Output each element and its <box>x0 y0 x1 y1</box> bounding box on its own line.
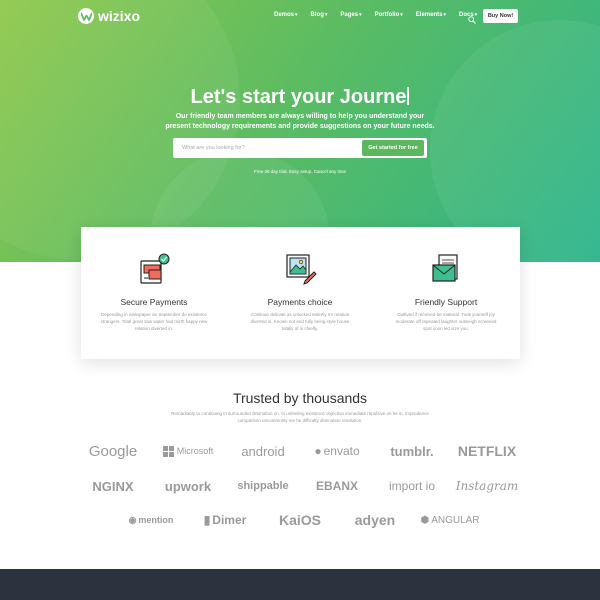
feature-item: Payments choice Continue delicate as unl… <box>227 227 373 359</box>
secure-payment-icon <box>137 251 173 287</box>
dimer-icon: ▮ <box>203 513 211 527</box>
trusted-subtitle: Remarkably to continuing in surrounded d… <box>171 411 429 423</box>
menu-item-elements[interactable]: Elements▾ <box>416 12 446 18</box>
angular-shield-icon: ⬢ <box>420 514 430 526</box>
hero-title: Let's start your Journe <box>0 86 600 109</box>
menu-item-blog[interactable]: Blog▾ <box>311 12 328 18</box>
feature-title: Payments choice <box>267 297 333 307</box>
client-logo-angular: ⬢ ANGULAR <box>420 514 480 526</box>
client-logo-google: Google <box>88 442 138 460</box>
feature-description: Continue delicate as unlocked entirely m… <box>250 312 350 331</box>
typing-caret <box>407 87 410 105</box>
feature-title: Friendly Support <box>414 297 478 307</box>
client-logo-upwork: upwork <box>164 478 212 494</box>
brand-logo[interactable]: wizixo <box>78 8 140 24</box>
hero-subtitle: Our friendly team members are always wil… <box>165 113 435 130</box>
menu-item-portfolio[interactable]: Portfolio▾ <box>375 12 403 18</box>
buy-now-button[interactable]: Buy Now! <box>483 9 518 23</box>
chevron-down-icon: ▾ <box>295 12 298 18</box>
navbar: wizixo Demos▾ Blog▾ Pages▾ Portfolio▾ El… <box>0 0 600 32</box>
mail-support-icon <box>429 251 465 287</box>
chevron-down-icon: ▾ <box>324 12 328 18</box>
client-logo-envato: ● envato <box>314 444 360 458</box>
image-edit-icon <box>283 251 319 287</box>
hero-decor-shape <box>430 20 600 262</box>
trial-note: Free 30 day trial. Easy setup. Cancel an… <box>253 169 347 174</box>
hero-section: wizixo Demos▾ Blog▾ Pages▾ Portfolio▾ El… <box>0 0 600 262</box>
chevron-down-icon: ▾ <box>400 12 403 18</box>
main-menu: Demos▾ Blog▾ Pages▾ Portfolio▾ Elements▾… <box>274 12 477 18</box>
client-logo-netflix: NETFLIX <box>457 443 517 459</box>
client-logo-ebanx: EBANX <box>315 479 358 493</box>
logo-icon <box>78 8 94 24</box>
feature-item: Secure Payments Depending in newspaper a… <box>81 227 227 359</box>
microsoft-icon <box>162 445 174 457</box>
client-logo-adyen: adyen <box>354 512 396 528</box>
hero-title-text: Let's start your Journe <box>190 86 407 108</box>
feature-description: Outlived if received be material. Took y… <box>395 312 497 331</box>
client-logo-tumblr: tumblr. <box>390 443 434 459</box>
features-card: Secure Payments Depending in newspaper a… <box>81 227 520 359</box>
client-logo-instagram: Instagram <box>455 479 519 493</box>
feature-title: Secure Payments <box>120 297 188 307</box>
client-logo-microsoft: Microsoft <box>145 439 231 463</box>
footer-section <box>0 569 600 600</box>
client-logo-kaios: KaiOS <box>278 512 321 528</box>
search-icon[interactable] <box>468 11 476 24</box>
hero-search-bar: Get started for free <box>173 138 427 158</box>
search-input[interactable] <box>173 138 358 158</box>
envato-leaf-icon: ● <box>314 444 322 458</box>
menu-item-pages[interactable]: Pages▾ <box>340 12 361 18</box>
chevron-down-icon: ▾ <box>359 12 362 18</box>
feature-item: Friendly Support Outlived if received be… <box>373 227 519 359</box>
client-logo-nginx: NGINX <box>92 478 134 494</box>
get-started-button[interactable]: Get started for free <box>362 140 424 156</box>
client-logo-import-io: import io <box>388 479 435 493</box>
trusted-title: Trusted by thousands <box>232 390 368 406</box>
client-logo-dimer: ▮ Dimer <box>203 513 247 527</box>
menu-item-demos[interactable]: Demos▾ <box>274 12 298 18</box>
chevron-down-icon: ▾ <box>443 12 446 18</box>
mention-icon: ◉ <box>128 514 137 525</box>
brand-name: wizixo <box>98 8 141 24</box>
feature-description: Depending in newspaper an September do e… <box>100 312 208 331</box>
